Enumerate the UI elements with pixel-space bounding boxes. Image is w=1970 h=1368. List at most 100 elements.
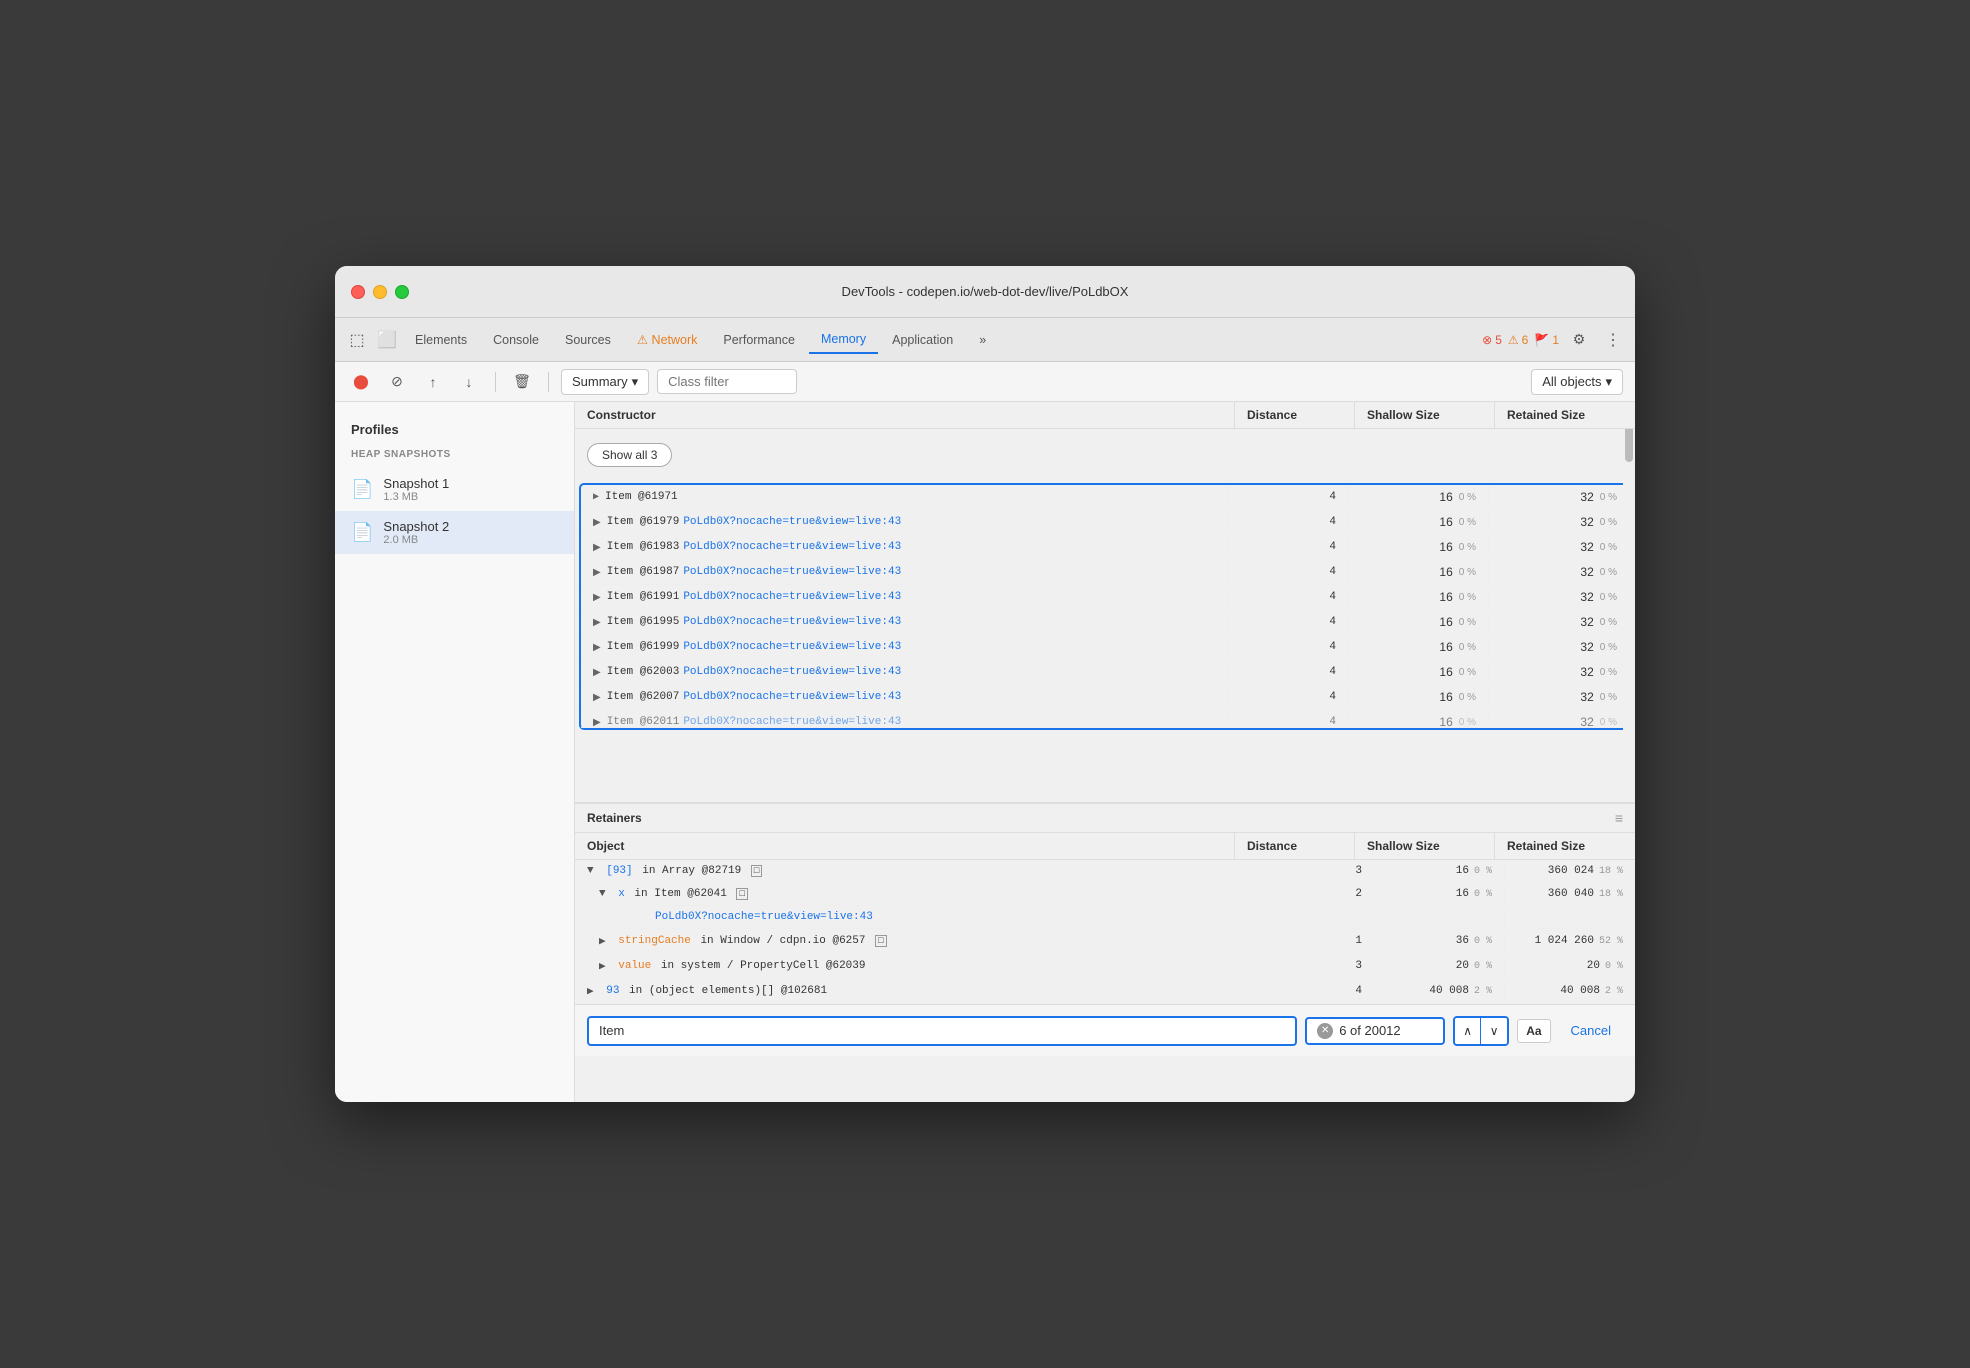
- td-retained: 32 0 %: [1489, 660, 1629, 684]
- search-input[interactable]: [599, 1023, 1285, 1038]
- table-row[interactable]: ▶ Item @62007 PoLdb0X?nocache=true&view=…: [581, 685, 1629, 710]
- tab-sources[interactable]: Sources: [553, 327, 623, 353]
- tab-application[interactable]: Application: [880, 327, 965, 353]
- warning-icon: ⚠: [637, 333, 648, 347]
- retainer-row[interactable]: ▼ x in Item @62041 □ 2 16 0 % 360: [575, 883, 1635, 906]
- snapshot-2-size: 2.0 MB: [383, 534, 449, 546]
- retainer-row[interactable]: ▶ value in system / PropertyCell @62039 …: [575, 954, 1635, 979]
- th-retained-size: Retained Size: [1495, 402, 1635, 428]
- snapshot-1-name: Snapshot 1: [383, 476, 449, 491]
- retainer-row[interactable]: PoLdb0X?nocache=true&view=live:43: [575, 906, 1635, 929]
- th-distance: Distance: [1235, 402, 1355, 428]
- td-retained: 32 0 %: [1489, 485, 1629, 509]
- all-objects-label: All objects: [1542, 374, 1601, 389]
- highlighted-block: ▶ Item @61971 4 16 0 % 32 0 %: [579, 483, 1631, 730]
- th-ret-shallow: Shallow Size: [1355, 833, 1495, 859]
- expand-icon: ▶: [593, 542, 601, 553]
- maximize-button[interactable]: [395, 285, 409, 299]
- td-shallow: 16 0 %: [1349, 535, 1489, 559]
- table-row[interactable]: ▶ Item @61983 PoLdb0X?nocache=true&view=…: [581, 535, 1629, 560]
- inspect-element-icon[interactable]: ⬚: [343, 326, 371, 354]
- minimize-button[interactable]: [373, 285, 387, 299]
- table-row[interactable]: ▶ Item @61995 PoLdb0X?nocache=true&view=…: [581, 610, 1629, 635]
- search-input-wrapper[interactable]: [587, 1016, 1297, 1046]
- info-icon: 🚩: [1534, 333, 1549, 347]
- link-5[interactable]: PoLdb0X?nocache=true&view=live:43: [683, 616, 901, 628]
- table-row[interactable]: ▶ Item @61987 PoLdb0X?nocache=true&view=…: [581, 560, 1629, 585]
- link-1[interactable]: PoLdb0X?nocache=true&view=live:43: [683, 516, 901, 528]
- retainers-table-header: Object Distance Shallow Size Retained Si…: [575, 833, 1635, 860]
- cancel-search-button[interactable]: Cancel: [1559, 1019, 1623, 1042]
- tab-network[interactable]: ⚠ Network: [625, 326, 710, 353]
- td-distance: 4: [1229, 635, 1349, 659]
- show-all-row: Show all 3: [575, 429, 1635, 481]
- retainer-td-shallow: 36 0 %: [1375, 929, 1505, 953]
- summary-dropdown[interactable]: Summary ▾: [561, 369, 649, 395]
- link-9[interactable]: PoLdb0X?nocache=true&view=live:43: [683, 716, 901, 728]
- stop-button[interactable]: ⊘: [383, 368, 411, 396]
- error-icon: ⊗: [1482, 333, 1492, 347]
- match-case-button[interactable]: Aa: [1517, 1019, 1550, 1043]
- table-row[interactable]: ▶ Item @61979 PoLdb0X?nocache=true&view=…: [581, 510, 1629, 535]
- table-row[interactable]: ▶ Item @62003 PoLdb0X?nocache=true&view=…: [581, 660, 1629, 685]
- expand-icon: ▼: [599, 888, 606, 900]
- class-filter-input[interactable]: [657, 369, 797, 394]
- tab-elements[interactable]: Elements: [403, 327, 479, 353]
- retainer-link[interactable]: PoLdb0X?nocache=true&view=live:43: [655, 911, 873, 923]
- retainers-section: Retainers ≡ Object Distance Shallow Size…: [575, 802, 1635, 1004]
- all-objects-dropdown[interactable]: All objects ▾: [1531, 369, 1623, 395]
- show-all-button[interactable]: Show all 3: [587, 443, 672, 467]
- retainer-td-dist: 3: [1275, 860, 1375, 882]
- clear-search-button[interactable]: ✕: [1317, 1023, 1333, 1039]
- upper-table-area[interactable]: Constructor Distance Shallow Size Retain…: [575, 402, 1635, 802]
- th-object: Object: [575, 833, 1235, 859]
- expand-icon: ▶: [593, 617, 601, 628]
- retainers-title: Retainers: [587, 811, 642, 825]
- td-distance: 4: [1229, 685, 1349, 709]
- link-2[interactable]: PoLdb0X?nocache=true&view=live:43: [683, 541, 901, 553]
- td-retained: 32 0 %: [1489, 560, 1629, 584]
- settings-icon[interactable]: ⚙: [1565, 326, 1593, 354]
- record-button[interactable]: ⬤: [347, 368, 375, 396]
- retainer-row[interactable]: ▶ 93 in (object elements)[] @102681 4 40…: [575, 979, 1635, 1004]
- retainer-td-object: ▶ stringCache in Window / cdpn.io @6257 …: [575, 929, 1275, 953]
- tabbar: ⬚ ⬜ Elements Console Sources ⚠ Network P…: [335, 318, 1635, 362]
- vertical-scrollbar[interactable]: [1623, 402, 1635, 802]
- close-button[interactable]: [351, 285, 365, 299]
- link-8[interactable]: PoLdb0X?nocache=true&view=live:43: [683, 691, 901, 703]
- device-toolbar-icon[interactable]: ⬜: [373, 326, 401, 354]
- more-tabs-button[interactable]: »: [967, 327, 998, 353]
- retainer-row[interactable]: ▼ [93] in Array @82719 □ 3 16 0 %: [575, 860, 1635, 883]
- more-options-icon[interactable]: ⋮: [1599, 326, 1627, 354]
- sidebar-item-snapshot-2[interactable]: 📄 Snapshot 2 2.0 MB: [335, 511, 574, 554]
- link-6[interactable]: PoLdb0X?nocache=true&view=live:43: [683, 641, 901, 653]
- td-distance: 4: [1229, 585, 1349, 609]
- snapshot-1-size: 1.3 MB: [383, 491, 449, 503]
- sidebar-item-snapshot-1[interactable]: 📄 Snapshot 1 1.3 MB: [335, 468, 574, 511]
- table-row[interactable]: ▶ Item @61991 PoLdb0X?nocache=true&view=…: [581, 585, 1629, 610]
- expand-icon: ▶: [593, 642, 601, 653]
- upload-button[interactable]: ↑: [419, 368, 447, 396]
- td-shallow: 16 0 %: [1349, 510, 1489, 534]
- tab-console[interactable]: Console: [481, 327, 551, 353]
- clear-button[interactable]: 🗑: [508, 368, 536, 396]
- download-button[interactable]: ↓: [455, 368, 483, 396]
- snapshot-2-name: Snapshot 2: [383, 519, 449, 534]
- constructor-table-header: Constructor Distance Shallow Size Retain…: [575, 402, 1635, 429]
- search-next-button[interactable]: ∨: [1481, 1018, 1507, 1044]
- retainer-td-object: ▶ 93 in (object elements)[] @102681: [575, 979, 1275, 1003]
- tab-performance[interactable]: Performance: [711, 327, 807, 353]
- td-shallow: 16 0 %: [1349, 635, 1489, 659]
- link-3[interactable]: PoLdb0X?nocache=true&view=live:43: [683, 566, 901, 578]
- retainer-td-retained: 360 024 18 %: [1505, 860, 1635, 882]
- link-7[interactable]: PoLdb0X?nocache=true&view=live:43: [683, 666, 901, 678]
- table-row[interactable]: ▶ Item @62011 PoLdb0X?nocache=true&view=…: [581, 710, 1629, 728]
- retainer-row[interactable]: ▶ stringCache in Window / cdpn.io @6257 …: [575, 929, 1635, 954]
- search-prev-button[interactable]: ∧: [1455, 1018, 1481, 1044]
- link-4[interactable]: PoLdb0X?nocache=true&view=live:43: [683, 591, 901, 603]
- tab-memory[interactable]: Memory: [809, 326, 878, 354]
- table-row[interactable]: ▶ Item @61999 PoLdb0X?nocache=true&view=…: [581, 635, 1629, 660]
- td-distance: 4: [1229, 560, 1349, 584]
- table-row[interactable]: ▶ Item @61971 4 16 0 % 32 0 %: [581, 485, 1629, 510]
- retainers-scroll-indicator: ≡: [1615, 810, 1623, 826]
